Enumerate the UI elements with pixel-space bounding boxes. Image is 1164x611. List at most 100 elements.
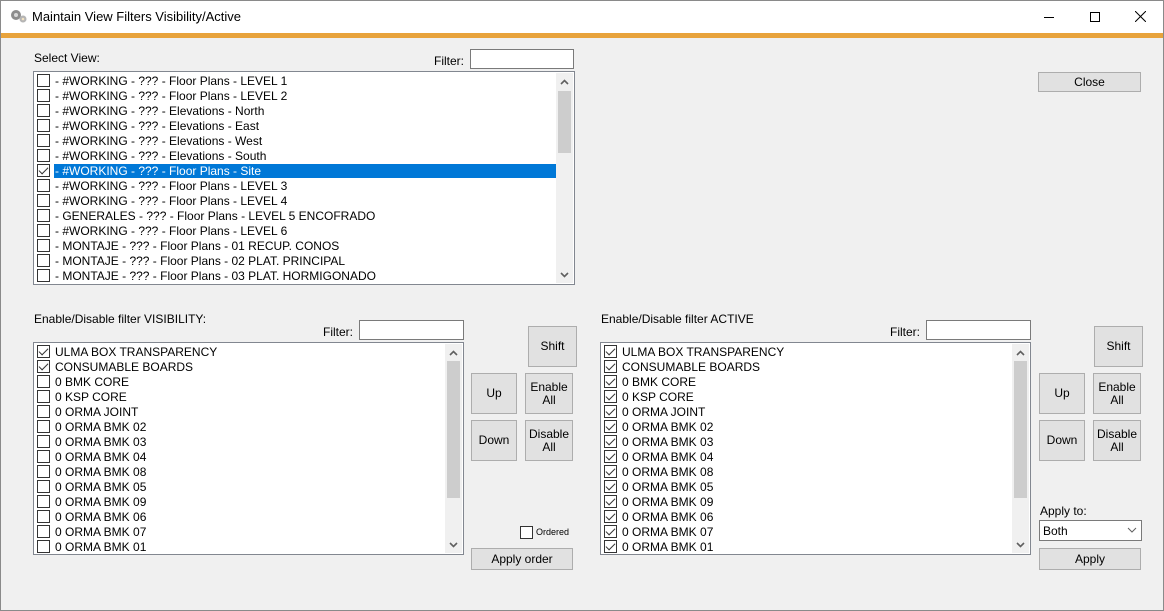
- row-checkbox[interactable]: [37, 525, 50, 538]
- row-checkbox[interactable]: [37, 104, 50, 117]
- view-list-item[interactable]: - #WORKING - ??? - Floor Plans - LEVEL 1: [35, 73, 559, 88]
- visibility-up-button[interactable]: Up: [471, 373, 517, 414]
- active-filter-item[interactable]: 0 KSP CORE: [602, 389, 788, 404]
- scroll-down-arrow[interactable]: [556, 266, 573, 283]
- row-checkbox[interactable]: [37, 254, 50, 267]
- visibility-disable-all-button[interactable]: Disable All: [525, 420, 573, 461]
- visibility-filter-item[interactable]: 0 KSP CORE: [35, 389, 221, 404]
- view-list-item[interactable]: - #WORKING - ??? - Floor Plans - LEVEL 4: [35, 193, 559, 208]
- row-checkbox[interactable]: [604, 405, 617, 418]
- active-filter-item[interactable]: 0 ORMA BMK 02: [602, 419, 788, 434]
- active-list-scrollbar[interactable]: [1012, 344, 1029, 553]
- visibility-filter-item[interactable]: CONSUMABLE BOARDS: [35, 359, 221, 374]
- row-checkbox[interactable]: [604, 465, 617, 478]
- apply-order-button[interactable]: Apply order: [471, 548, 573, 570]
- active-filter-item[interactable]: 0 ORMA BMK 09: [602, 494, 788, 509]
- active-filter-list[interactable]: ULMA BOX TRANSPARENCY CONSUMABLE BOARDS 0 …: [600, 342, 1031, 555]
- close-window-button[interactable]: [1117, 1, 1163, 32]
- row-checkbox[interactable]: [37, 360, 50, 373]
- active-filter-item[interactable]: 0 ORMA BMK 03: [602, 434, 788, 449]
- active-filter-item[interactable]: 0 ORMA BMK 05: [602, 479, 788, 494]
- active-filter-item[interactable]: 0 ORMA BMK 01: [602, 539, 788, 554]
- active-filter-item[interactable]: 0 ORMA BMK 08: [602, 464, 788, 479]
- visibility-filter-item[interactable]: 0 ORMA BMK 04: [35, 449, 221, 464]
- ordered-checkbox[interactable]: [520, 526, 533, 539]
- row-checkbox[interactable]: [37, 149, 50, 162]
- active-filter-item[interactable]: 0 ORMA BMK 04: [602, 449, 788, 464]
- scrollbar-thumb[interactable]: [1014, 361, 1027, 498]
- scroll-up-arrow[interactable]: [445, 344, 462, 361]
- view-list-item[interactable]: - MONTAJE - ??? - Floor Plans - 01 RECUP…: [35, 238, 559, 253]
- row-checkbox[interactable]: [37, 179, 50, 192]
- row-checkbox[interactable]: [37, 164, 50, 177]
- row-checkbox[interactable]: [37, 375, 50, 388]
- active-filter-item[interactable]: ULMA BOX TRANSPARENCY: [602, 344, 788, 359]
- row-checkbox[interactable]: [37, 194, 50, 207]
- row-checkbox[interactable]: [604, 360, 617, 373]
- visibility-shift-button[interactable]: Shift: [528, 326, 577, 367]
- row-checkbox[interactable]: [37, 435, 50, 448]
- row-checkbox[interactable]: [604, 345, 617, 358]
- apply-button[interactable]: Apply: [1039, 548, 1141, 570]
- visibility-filter-item[interactable]: 0 ORMA BMK 05: [35, 479, 221, 494]
- row-checkbox[interactable]: [604, 435, 617, 448]
- active-shift-button[interactable]: Shift: [1094, 326, 1143, 367]
- visibility-enable-all-button[interactable]: Enable All: [525, 373, 573, 414]
- view-list-item[interactable]: - #WORKING - ??? - Floor Plans - LEVEL 3: [35, 178, 559, 193]
- visibility-filter-item[interactable]: 0 ORMA BMK 08: [35, 464, 221, 479]
- view-filter-input[interactable]: [470, 49, 574, 69]
- visibility-filter-item[interactable]: ULMA BOX TRANSPARENCY: [35, 344, 221, 359]
- view-list[interactable]: - #WORKING - ??? - Floor Plans - LEVEL 1…: [33, 71, 575, 285]
- row-checkbox[interactable]: [37, 390, 50, 403]
- row-checkbox[interactable]: [37, 450, 50, 463]
- row-checkbox[interactable]: [604, 450, 617, 463]
- view-list-item[interactable]: - #WORKING - ??? - Floor Plans - Site: [35, 163, 559, 178]
- row-checkbox[interactable]: [604, 420, 617, 433]
- scroll-up-arrow[interactable]: [1012, 344, 1029, 361]
- visibility-filter-item[interactable]: 0 ORMA BMK 07: [35, 524, 221, 539]
- row-checkbox[interactable]: [37, 74, 50, 87]
- row-checkbox[interactable]: [37, 224, 50, 237]
- active-filter-item[interactable]: CONSUMABLE BOARDS: [602, 359, 788, 374]
- row-checkbox[interactable]: [37, 345, 50, 358]
- visibility-filter-item[interactable]: 0 ORMA BMK 02: [35, 419, 221, 434]
- visibility-filter-input[interactable]: [359, 320, 464, 340]
- row-checkbox[interactable]: [37, 495, 50, 508]
- view-list-scrollbar[interactable]: [556, 73, 573, 283]
- visibility-down-button[interactable]: Down: [471, 420, 517, 461]
- visibility-filter-item[interactable]: 0 BMK CORE: [35, 374, 221, 389]
- view-list-item[interactable]: - #WORKING - ??? - Elevations - South: [35, 148, 559, 163]
- row-checkbox[interactable]: [604, 510, 617, 523]
- visibility-filter-item[interactable]: 0 ORMA BMK 03: [35, 434, 221, 449]
- active-filter-item[interactable]: 0 ORMA BMK 06: [602, 509, 788, 524]
- row-checkbox[interactable]: [37, 480, 50, 493]
- row-checkbox[interactable]: [37, 209, 50, 222]
- row-checkbox[interactable]: [604, 525, 617, 538]
- view-list-item[interactable]: - #WORKING - ??? - Floor Plans - LEVEL 2: [35, 88, 559, 103]
- view-list-item[interactable]: - GENERALES - ??? - Floor Plans - LEVEL …: [35, 208, 559, 223]
- close-button[interactable]: Close: [1038, 72, 1141, 92]
- apply-to-select[interactable]: Both: [1039, 520, 1142, 541]
- visibility-filter-item[interactable]: 0 ORMA BMK 06: [35, 509, 221, 524]
- row-checkbox[interactable]: [604, 540, 617, 553]
- scroll-down-arrow[interactable]: [445, 536, 462, 553]
- active-down-button[interactable]: Down: [1039, 420, 1085, 461]
- active-filter-item[interactable]: 0 BMK CORE: [602, 374, 788, 389]
- view-list-item[interactable]: - MONTAJE - ??? - Floor Plans - 02 PLAT.…: [35, 253, 559, 268]
- maximize-button[interactable]: [1072, 1, 1118, 32]
- active-enable-all-button[interactable]: Enable All: [1093, 373, 1141, 414]
- row-checkbox[interactable]: [37, 420, 50, 433]
- row-checkbox[interactable]: [37, 134, 50, 147]
- view-list-item[interactable]: - #WORKING - ??? - Elevations - North: [35, 103, 559, 118]
- row-checkbox[interactable]: [37, 239, 50, 252]
- scroll-up-arrow[interactable]: [556, 73, 573, 90]
- visibility-filter-item[interactable]: 0 ORMA BMK 09: [35, 494, 221, 509]
- row-checkbox[interactable]: [37, 405, 50, 418]
- row-checkbox[interactable]: [37, 89, 50, 102]
- row-checkbox[interactable]: [604, 480, 617, 493]
- row-checkbox[interactable]: [37, 269, 50, 282]
- row-checkbox[interactable]: [37, 540, 50, 553]
- active-filter-item[interactable]: 0 ORMA JOINT: [602, 404, 788, 419]
- visibility-filter-item[interactable]: 0 ORMA JOINT: [35, 404, 221, 419]
- visibility-filter-item[interactable]: 0 ORMA BMK 01: [35, 539, 221, 554]
